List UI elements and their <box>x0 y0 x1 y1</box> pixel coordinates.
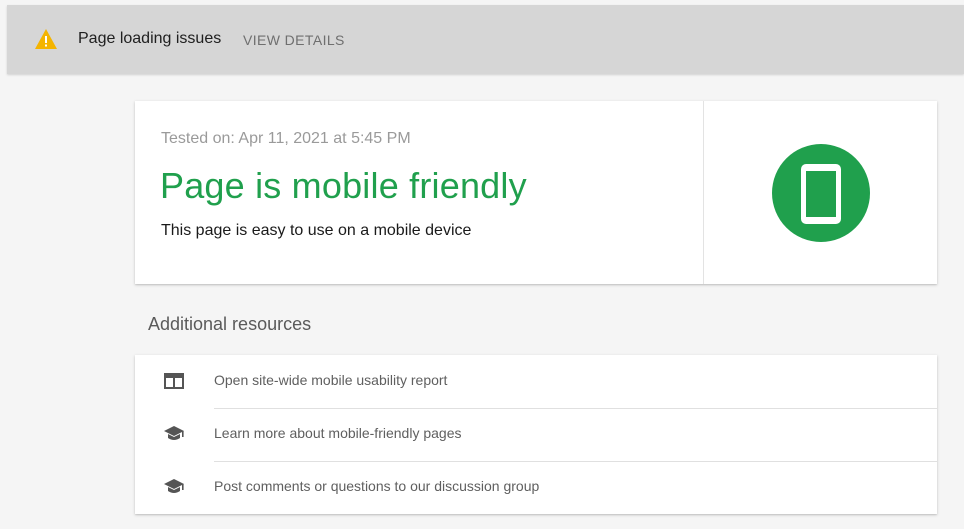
resource-item-discussion-group[interactable]: Post comments or questions to our discus… <box>135 461 937 514</box>
result-headline: Page is mobile friendly <box>160 165 527 206</box>
list-divider <box>214 461 937 462</box>
result-description: This page is easy to use on a mobile dev… <box>161 222 472 239</box>
result-status-panel <box>704 101 937 284</box>
school-icon <box>164 426 184 440</box>
resource-item-label: Open site-wide mobile usability report <box>214 372 448 388</box>
resource-item-usability-report[interactable]: Open site-wide mobile usability report <box>135 355 937 408</box>
resource-item-label: Post comments or questions to our discus… <box>214 478 540 494</box>
banner-title: Page loading issues <box>78 30 222 47</box>
view-details-link[interactable]: VIEW DETAILS <box>243 32 345 48</box>
resources-list: Open site-wide mobile usability report L… <box>135 355 937 514</box>
resource-item-learn-more[interactable]: Learn more about mobile-friendly pages <box>135 408 937 461</box>
warning-icon <box>35 29 57 49</box>
resources-heading: Additional resources <box>148 314 312 334</box>
issues-banner: Page loading issues VIEW DETAILS <box>7 5 964 74</box>
resource-item-label: Learn more about mobile-friendly pages <box>214 425 462 441</box>
list-divider <box>214 408 937 409</box>
tested-on-timestamp: Tested on: Apr 11, 2021 at 5:45 PM <box>161 130 411 147</box>
mobile-phone-icon <box>772 144 870 242</box>
test-result-card: Tested on: Apr 11, 2021 at 5:45 PM Page … <box>135 101 937 284</box>
school-icon <box>164 479 184 493</box>
result-summary: Tested on: Apr 11, 2021 at 5:45 PM Page … <box>135 101 704 284</box>
report-icon <box>164 373 184 389</box>
